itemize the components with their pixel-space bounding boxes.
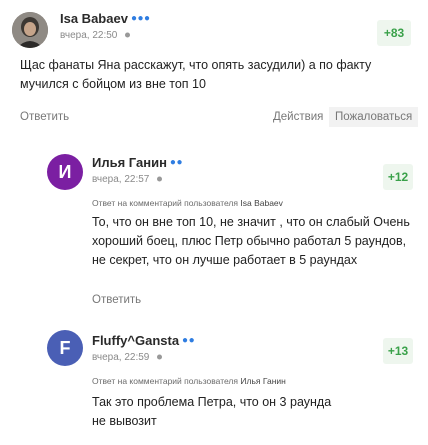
author-name[interactable]: Fluffy^Gansta [92,333,179,348]
comment-text: Щас фанаты Яна расскажут, что опять засу… [20,58,372,91]
rank-dots-icon: ●●● [130,13,151,24]
avatar[interactable]: И [47,154,83,190]
score-badge[interactable]: +13 [383,338,413,364]
time-label: вчера, 22:59 [92,352,150,363]
avatar[interactable] [12,12,48,48]
reply-to-prefix: Ответ на комментарий пользователя [92,198,238,208]
comment-author[interactable]: Fluffy^Gansta ●● [92,333,195,348]
author-name[interactable]: Isa Babaev [60,11,128,26]
comment-author[interactable]: Илья Ганин ●● [92,155,183,170]
rank-dots-icon: ●● [169,157,184,168]
comment-reply: И Илья Ганин ●● вчера, 22:57 +12 Ответ на… [0,134,428,314]
device-icon [157,354,163,360]
reply-to-user[interactable]: Isa Babaev [240,198,283,208]
author-name[interactable]: Илья Ганин [92,155,167,170]
score-badge[interactable]: +83 [377,20,411,46]
reply-to-label: Ответ на комментарий пользователя Isa Ba… [92,198,283,208]
comment-text: То, что он вне топ 10, не значит , что о… [92,215,410,267]
reply-button[interactable]: Ответить [20,111,69,123]
avatar-photo [12,12,48,48]
avatar-letter: И [58,162,72,182]
comment-author[interactable]: Isa Babaev ●●● [60,11,151,26]
comment-time: вчера, 22:50 [60,30,131,41]
comment-text: Так это проблема Петра, что он 3 раунда … [92,395,332,428]
score-badge[interactable]: +12 [383,164,413,190]
avatar-letter: F [59,338,71,358]
rank-dots-icon: ●● [182,335,196,346]
device-icon [125,32,131,38]
reply-to-label: Ответ на комментарий пользователя Илья Г… [92,376,286,386]
time-label: вчера, 22:57 [92,174,150,185]
comment-time: вчера, 22:57 [92,174,163,185]
avatar[interactable]: F [47,330,83,366]
reply-to-user[interactable]: Илья Ганин [240,376,285,386]
report-button[interactable]: Пожаловаться [329,107,419,127]
device-icon [157,176,163,182]
comment-reply: F Fluffy^Gansta ●● вчера, 22:59 +13 Ответ… [0,318,428,445]
comment: Isa Babaev ●●● вчера, 22:50 +83 Щас фанат… [0,0,428,130]
reply-to-prefix: Ответ на комментарий пользователя [92,376,238,386]
time-label: вчера, 22:50 [60,30,118,41]
comment-time: вчера, 22:59 [92,352,163,363]
actions-button[interactable]: Действия [273,111,323,123]
reply-button[interactable]: Ответить [92,294,141,306]
